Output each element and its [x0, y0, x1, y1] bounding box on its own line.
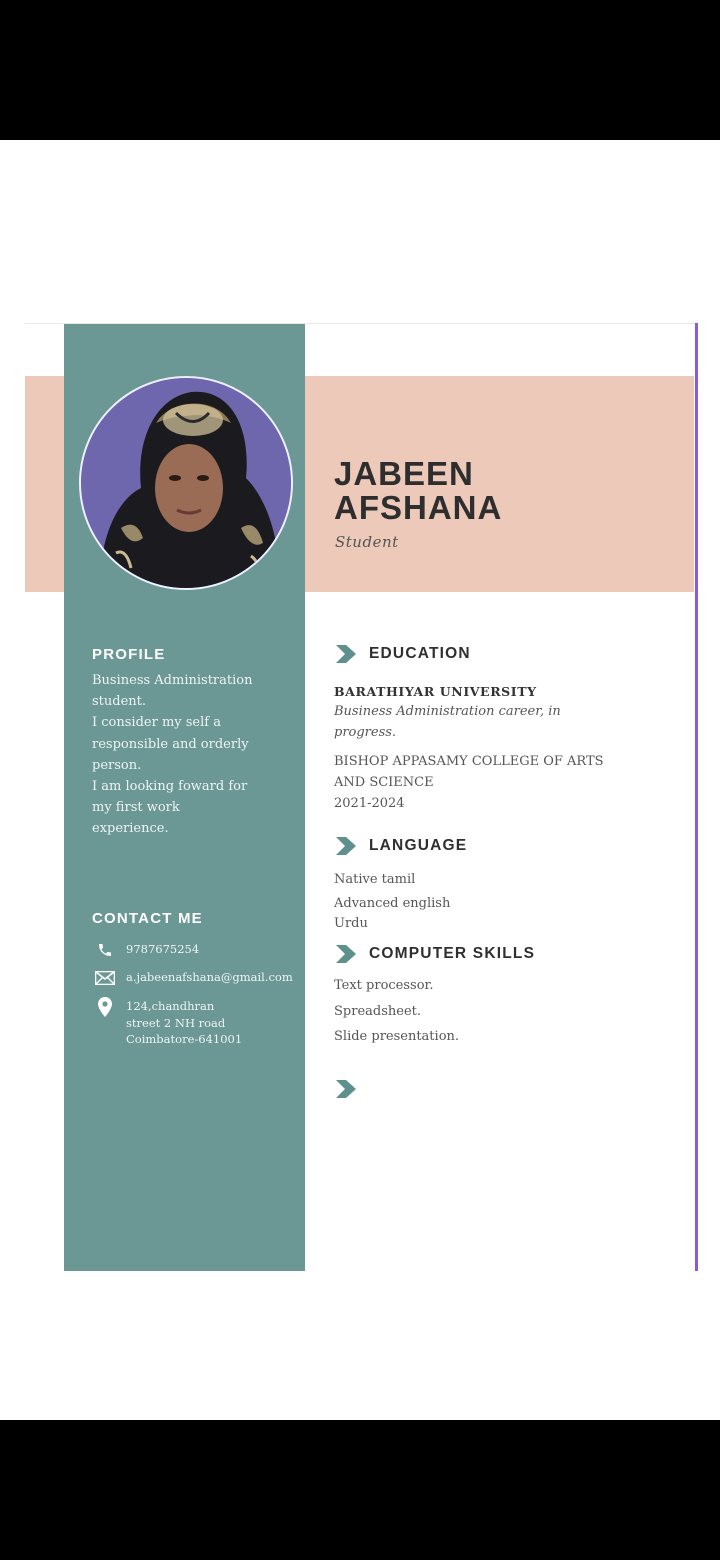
email-address: a.jabeenafshana@gmail.com — [126, 970, 293, 984]
profile-line: I am looking foward for — [92, 779, 248, 795]
contact-address: 124,chandhran street 2 NH road Coimbator… — [94, 997, 242, 1048]
profile-line: student. — [92, 694, 147, 710]
language-item: Advanced english — [334, 896, 451, 911]
school-2-years: 2021-2024 — [334, 796, 405, 811]
phone-icon — [94, 941, 116, 959]
language-item: Native tamil — [334, 872, 416, 887]
name-line-2: AFSHANA — [334, 489, 503, 526]
contact-heading: CONTACT ME — [92, 910, 203, 927]
top-black-bar — [0, 0, 720, 140]
profile-heading: PROFILE — [92, 646, 166, 663]
bottom-black-bar — [0, 1420, 720, 1560]
profile-photo — [79, 376, 293, 590]
empty-section-marker — [334, 1080, 356, 1098]
address-line: street 2 NH road — [126, 1015, 226, 1030]
chevron-right-icon — [336, 837, 356, 855]
contact-email: a.jabeenafshana@gmail.com — [94, 969, 293, 987]
profile-line: person. — [92, 757, 142, 773]
page-edge-line — [695, 323, 698, 1271]
skill-item: Slide presentation. — [334, 1029, 460, 1044]
profile-line: responsible and orderly — [92, 736, 249, 752]
chevron-right-icon — [336, 645, 356, 663]
chevron-right-icon — [336, 1080, 356, 1098]
school-1-detail: Business Administration career, in — [334, 704, 561, 719]
section-title: LANGUAGE — [369, 837, 468, 854]
chevron-right-icon — [336, 945, 356, 963]
profile-line: Business Administration — [92, 673, 253, 688]
language-item: Urdu — [334, 916, 368, 931]
profile-line: my first work — [92, 800, 180, 816]
mail-icon — [94, 969, 116, 987]
school-2-name: AND SCIENCE — [334, 775, 434, 790]
section-title: COMPUTER SKILLS — [369, 945, 536, 962]
profile-text: Business Administration student. I consi… — [92, 670, 282, 840]
education-heading: EDUCATION — [334, 645, 471, 663]
school-1-name: BARATHIYAR UNIVERSITY — [334, 684, 537, 699]
language-heading: LANGUAGE — [334, 837, 467, 855]
profile-line: I consider my self a — [92, 715, 221, 731]
address-line: 124,chandhran — [126, 999, 215, 1013]
full-name: JABEEN AFSHANA — [334, 457, 502, 525]
phone-number: 9787675254 — [126, 942, 200, 956]
job-title: Student — [335, 533, 399, 551]
profile-line: experience. — [92, 821, 169, 837]
name-line-1: JABEEN — [334, 455, 474, 492]
address: 124,chandhran street 2 NH road Coimbator… — [126, 998, 242, 1048]
address-line: Coimbatore-641001 — [126, 1032, 243, 1046]
skill-item: Spreadsheet. — [334, 1004, 421, 1019]
section-title: EDUCATION — [369, 645, 471, 662]
school-1-detail: progress. — [334, 725, 397, 740]
contact-phone: 9787675254 — [94, 941, 199, 959]
location-pin-icon — [94, 997, 116, 1017]
skill-item: Text processor. — [334, 978, 434, 993]
skills-heading: COMPUTER SKILLS — [334, 945, 535, 963]
school-2-name: BISHOP APPASAMY COLLEGE OF ARTS — [334, 754, 604, 769]
